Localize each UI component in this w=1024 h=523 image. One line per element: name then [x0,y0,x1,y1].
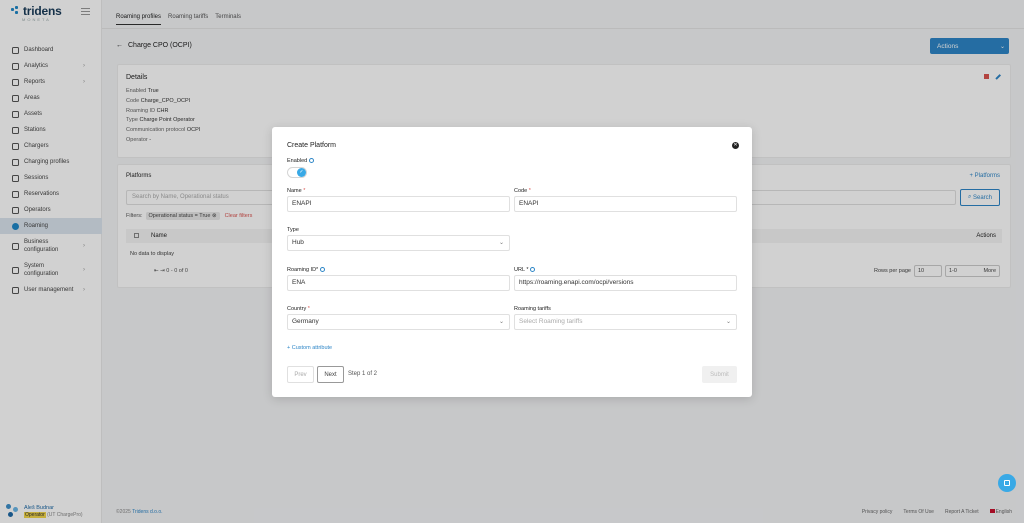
chat-icon [1004,480,1010,486]
type-select[interactable]: Hub ⌄ [287,235,510,251]
code-label: Code * [514,188,531,194]
url-label: URL * [514,267,536,273]
name-input[interactable]: ENAPI [287,196,510,212]
country-select[interactable]: Germany ⌄ [287,314,510,330]
code-input[interactable]: ENAPI [514,196,737,212]
info-icon [309,158,315,164]
submit-button[interactable]: Submit [702,366,737,383]
check-icon: ✓ [297,168,306,177]
url-input[interactable]: https://roaming.enapi.com/ocpi/versions [514,275,737,291]
chevron-down-icon: ⌄ [498,240,504,246]
enabled-label: Enabled [287,158,315,164]
name-label: Name * [287,188,306,194]
country-label: Country * [287,306,310,312]
roaming-id-label: Roaming ID* [287,267,326,273]
prev-button[interactable]: Prev [287,366,314,383]
modal-title: Create Platform [287,142,337,149]
roaming-id-input[interactable]: ENA [287,275,510,291]
chevron-down-icon: ⌄ [498,319,504,325]
next-button[interactable]: Next [317,366,344,383]
close-icon[interactable]: ✕ [732,142,739,149]
info-icon [530,267,536,273]
roaming-tariffs-label: Roaming tariffs [514,306,551,312]
step-indicator: Step 1 of 2 [348,371,378,377]
chevron-down-icon: ⌄ [725,319,731,325]
add-custom-attribute-button[interactable]: + Custom attribute [287,345,332,351]
enabled-toggle[interactable]: ✓ [287,167,307,178]
create-platform-modal: Create Platform ✕ Enabled ✓ Name * ENAPI… [272,127,752,397]
info-icon [320,267,326,273]
roaming-tariffs-select[interactable]: Select Roaming tariffs ⌄ [514,314,737,330]
help-fab-button[interactable] [998,474,1016,492]
type-label: Type [287,227,299,233]
